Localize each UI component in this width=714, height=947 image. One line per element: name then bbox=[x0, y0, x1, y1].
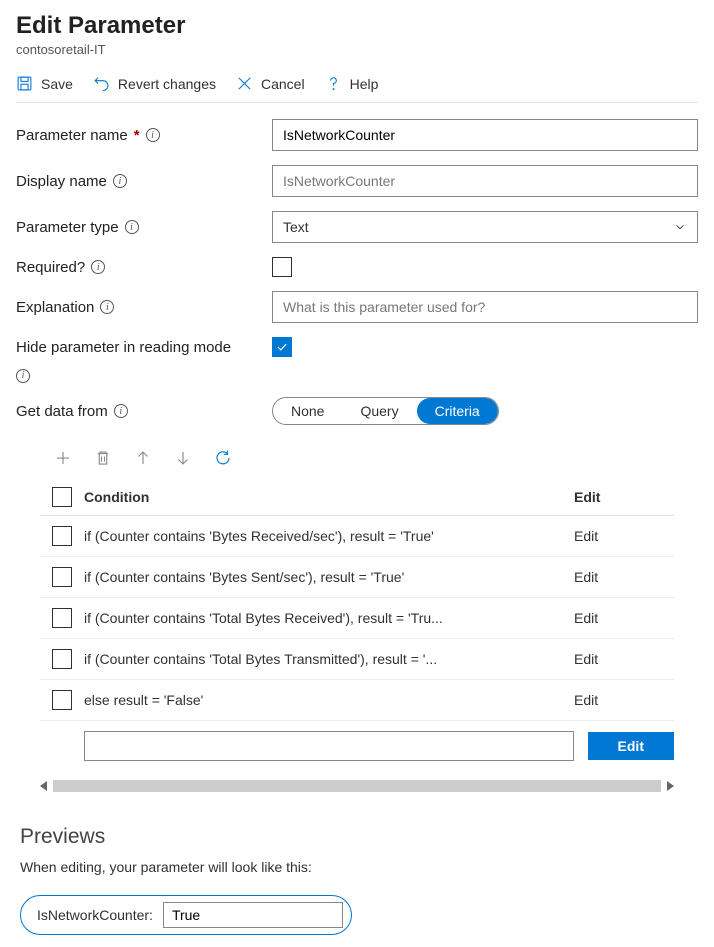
delete-icon[interactable] bbox=[94, 449, 112, 467]
required-checkbox[interactable] bbox=[272, 257, 292, 277]
scroll-track[interactable] bbox=[53, 780, 661, 792]
row-checkbox[interactable] bbox=[52, 526, 72, 546]
info-icon[interactable]: i bbox=[16, 369, 30, 383]
scroll-right-icon[interactable] bbox=[667, 781, 674, 791]
table-row: if (Counter contains 'Bytes Received/sec… bbox=[40, 516, 674, 557]
condition-text: if (Counter contains 'Bytes Received/sec… bbox=[84, 528, 574, 544]
save-button[interactable]: Save bbox=[16, 75, 73, 92]
pill-query[interactable]: Query bbox=[342, 398, 416, 424]
edit-last-button[interactable]: Edit bbox=[588, 732, 674, 760]
refresh-icon[interactable] bbox=[214, 449, 232, 467]
table-row: if (Counter contains 'Total Bytes Transm… bbox=[40, 639, 674, 680]
row-checkbox[interactable] bbox=[52, 608, 72, 628]
horizontal-scrollbar[interactable] bbox=[40, 777, 674, 795]
table-header: Condition Edit bbox=[40, 479, 674, 516]
save-icon bbox=[16, 75, 33, 92]
param-type-select[interactable]: Text bbox=[272, 211, 698, 243]
edit-link[interactable]: Edit bbox=[574, 610, 598, 626]
param-name-input[interactable] bbox=[272, 119, 698, 151]
col-edit: Edit bbox=[574, 489, 674, 505]
scroll-left-icon[interactable] bbox=[40, 781, 47, 791]
edit-link[interactable]: Edit bbox=[574, 651, 598, 667]
param-type-label: Parameter type bbox=[16, 219, 119, 236]
preview-input[interactable] bbox=[163, 902, 343, 928]
new-condition-input[interactable] bbox=[84, 731, 574, 761]
condition-text: else result = 'False' bbox=[84, 692, 574, 708]
required-label: Required? bbox=[16, 259, 85, 276]
previews-title: Previews bbox=[20, 825, 694, 849]
row-checkbox[interactable] bbox=[52, 649, 72, 669]
chevron-down-icon bbox=[673, 220, 687, 234]
info-icon[interactable]: i bbox=[114, 404, 128, 418]
criteria-toolbar bbox=[54, 449, 698, 467]
info-icon[interactable]: i bbox=[113, 174, 127, 188]
display-name-label: Display name bbox=[16, 173, 107, 190]
previews-desc: When editing, your parameter will look l… bbox=[20, 859, 694, 875]
explanation-label: Explanation bbox=[16, 299, 94, 316]
save-label: Save bbox=[41, 76, 73, 92]
command-bar: Save Revert changes Cancel Help bbox=[16, 75, 698, 103]
move-down-icon[interactable] bbox=[174, 449, 192, 467]
table-row: if (Counter contains 'Total Bytes Receiv… bbox=[40, 598, 674, 639]
explanation-input[interactable] bbox=[272, 291, 698, 323]
move-up-icon[interactable] bbox=[134, 449, 152, 467]
check-icon bbox=[275, 340, 289, 354]
pill-criteria[interactable]: Criteria bbox=[417, 398, 498, 424]
cancel-label: Cancel bbox=[261, 76, 305, 92]
table-row: else result = 'False' Edit bbox=[40, 680, 674, 721]
get-data-label: Get data from bbox=[16, 403, 108, 420]
help-label: Help bbox=[350, 76, 379, 92]
table-row: if (Counter contains 'Bytes Sent/sec'), … bbox=[40, 557, 674, 598]
cancel-button[interactable]: Cancel bbox=[236, 75, 305, 92]
help-button[interactable]: Help bbox=[325, 75, 379, 92]
hide-label: Hide parameter in reading mode bbox=[16, 339, 231, 356]
pill-none[interactable]: None bbox=[273, 398, 342, 424]
close-icon bbox=[236, 75, 253, 92]
param-name-label: Parameter name bbox=[16, 127, 128, 144]
preview-label: IsNetworkCounter: bbox=[37, 907, 153, 923]
condition-text: if (Counter contains 'Total Bytes Transm… bbox=[84, 651, 574, 667]
info-icon[interactable]: i bbox=[91, 260, 105, 274]
hide-checkbox[interactable] bbox=[272, 337, 292, 357]
revert-button[interactable]: Revert changes bbox=[93, 75, 216, 92]
help-icon bbox=[325, 75, 342, 92]
info-icon[interactable]: i bbox=[146, 128, 160, 142]
select-all-checkbox[interactable] bbox=[52, 487, 72, 507]
page-title: Edit Parameter bbox=[16, 12, 698, 40]
undo-icon bbox=[93, 75, 110, 92]
condition-text: if (Counter contains 'Total Bytes Receiv… bbox=[84, 610, 574, 626]
info-icon[interactable]: i bbox=[125, 220, 139, 234]
required-asterisk: * bbox=[134, 127, 140, 144]
row-checkbox[interactable] bbox=[52, 690, 72, 710]
edit-link[interactable]: Edit bbox=[574, 569, 598, 585]
data-source-toggle: None Query Criteria bbox=[272, 397, 499, 425]
param-type-value: Text bbox=[283, 219, 309, 235]
display-name-input[interactable] bbox=[272, 165, 698, 197]
add-icon[interactable] bbox=[54, 449, 72, 467]
preview-pill[interactable]: IsNetworkCounter: bbox=[20, 895, 352, 935]
revert-label: Revert changes bbox=[118, 76, 216, 92]
edit-link[interactable]: Edit bbox=[574, 692, 598, 708]
info-icon[interactable]: i bbox=[100, 300, 114, 314]
col-condition: Condition bbox=[84, 489, 574, 505]
edit-link[interactable]: Edit bbox=[574, 528, 598, 544]
row-checkbox[interactable] bbox=[52, 567, 72, 587]
page-subtitle: contosoretail-IT bbox=[16, 42, 698, 57]
condition-text: if (Counter contains 'Bytes Sent/sec'), … bbox=[84, 569, 574, 585]
